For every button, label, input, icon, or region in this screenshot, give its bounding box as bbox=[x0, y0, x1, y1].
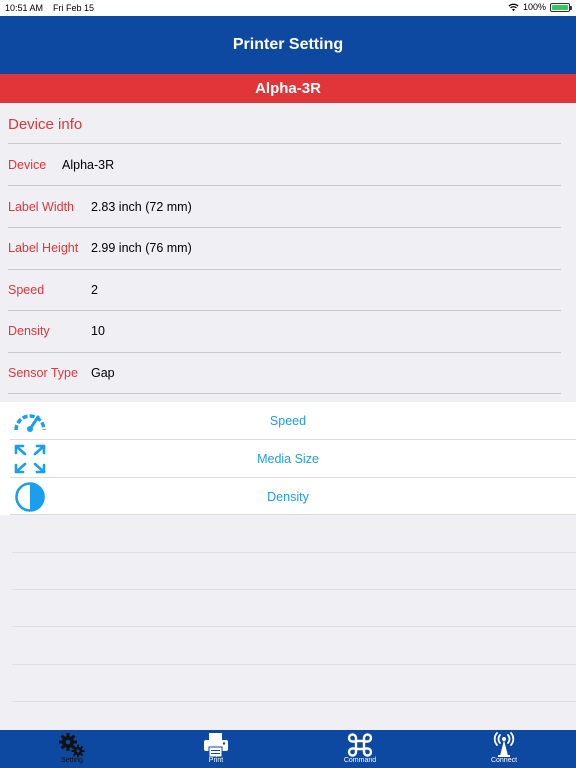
divider bbox=[8, 393, 561, 394]
tab-label: Command bbox=[343, 757, 377, 764]
battery-percent: 100% bbox=[522, 2, 546, 12]
info-label: Device bbox=[8, 158, 47, 172]
menu-item-label: Speed bbox=[269, 414, 307, 428]
empty-row-divider bbox=[12, 626, 576, 627]
empty-row-divider bbox=[12, 701, 576, 702]
info-label: Label Width bbox=[8, 200, 75, 214]
info-row-label-height: Label Height 2.99 inch (76 mm) bbox=[8, 241, 568, 261]
command-icon bbox=[347, 733, 373, 757]
info-value: Alpha-3R bbox=[62, 158, 115, 172]
info-value: Gap bbox=[91, 366, 115, 380]
device-info-section: Device info Device Alpha-3R Label Width … bbox=[0, 103, 576, 401]
status-bar: 10:51 AM Fri Feb 15 100% bbox=[0, 0, 576, 16]
settings-menu: Speed Media Size Density bbox=[0, 402, 576, 515]
empty-list-area bbox=[0, 515, 576, 723]
page-title: Printer Setting bbox=[232, 36, 344, 53]
antenna-icon bbox=[493, 732, 515, 757]
tab-label: Print bbox=[208, 757, 224, 764]
divider bbox=[8, 227, 561, 228]
info-row-speed: Speed 2 bbox=[8, 283, 568, 303]
info-row-sensor-type: Sensor Type Gap bbox=[8, 366, 568, 386]
divider bbox=[8, 269, 561, 270]
menu-item-label: Media Size bbox=[257, 452, 319, 466]
device-banner: Alpha-3R bbox=[0, 74, 576, 103]
menu-item-speed[interactable]: Speed bbox=[0, 402, 576, 440]
info-row-device: Device Alpha-3R bbox=[8, 158, 568, 178]
menu-item-media-size[interactable]: Media Size bbox=[0, 440, 576, 478]
tab-command[interactable]: Command bbox=[288, 730, 432, 768]
divider bbox=[8, 352, 561, 353]
gears-icon bbox=[59, 733, 85, 758]
divider bbox=[8, 143, 561, 144]
device-info-header: Device info bbox=[8, 116, 83, 133]
empty-row-divider bbox=[12, 664, 576, 665]
info-label: Sensor Type bbox=[8, 366, 78, 380]
device-name: Alpha-3R bbox=[255, 80, 321, 97]
nav-bar: Printer Setting bbox=[0, 16, 576, 74]
status-right: 100% bbox=[508, 2, 572, 12]
info-value: 2 bbox=[91, 283, 98, 297]
info-row-label-width: Label Width 2.83 inch (72 mm) bbox=[8, 200, 568, 220]
wifi-icon bbox=[508, 3, 519, 11]
tab-connect[interactable]: Connect bbox=[432, 730, 576, 768]
empty-row-divider bbox=[12, 589, 576, 590]
printer-icon bbox=[204, 733, 228, 758]
empty-row-divider bbox=[12, 552, 576, 553]
tab-label: Connect bbox=[490, 757, 518, 764]
info-label: Speed bbox=[8, 283, 45, 297]
info-value: 2.83 inch (72 mm) bbox=[91, 200, 192, 214]
info-row-density: Density 10 bbox=[8, 324, 568, 344]
divider bbox=[8, 310, 561, 311]
tab-bar: Setting Print Command Connect bbox=[0, 730, 576, 768]
info-label: Label Height bbox=[8, 241, 79, 255]
battery-icon bbox=[550, 2, 572, 12]
info-label: Density bbox=[8, 324, 50, 338]
menu-item-density[interactable]: Density bbox=[0, 478, 576, 516]
tab-setting[interactable]: Setting bbox=[0, 730, 144, 768]
tab-label: Setting bbox=[61, 757, 83, 764]
info-value: 10 bbox=[91, 324, 105, 338]
tab-print[interactable]: Print bbox=[144, 730, 288, 768]
menu-item-label: Density bbox=[267, 490, 309, 504]
status-time: 10:51 AM bbox=[5, 3, 44, 13]
status-date: Fri Feb 15 bbox=[53, 3, 95, 13]
divider bbox=[8, 185, 561, 186]
info-value: 2.99 inch (76 mm) bbox=[91, 241, 192, 255]
